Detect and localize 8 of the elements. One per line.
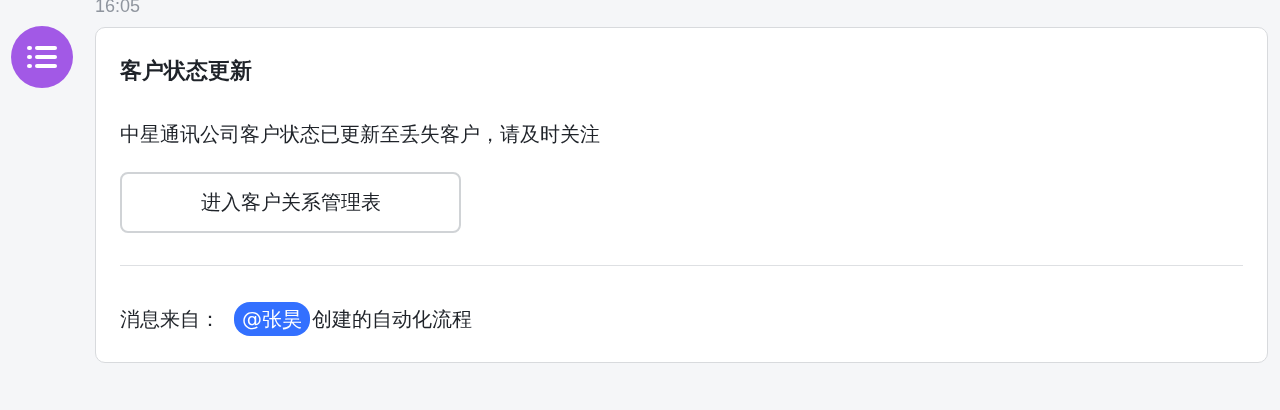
message-time: 16:05 [95, 0, 142, 15]
source-label: 消息来自： [120, 306, 220, 333]
list-icon [27, 46, 57, 68]
card-title: 客户状态更新 [120, 57, 253, 85]
open-table-button[interactable]: 进入客户关系管理表 [120, 172, 461, 233]
user-mention[interactable]: @张昊 [234, 302, 310, 336]
message-text: 中星通讯公司客户状态已更新至丢失客户，请及时关注 [120, 121, 601, 148]
source-text: 创建的自动化流程 [312, 306, 472, 333]
